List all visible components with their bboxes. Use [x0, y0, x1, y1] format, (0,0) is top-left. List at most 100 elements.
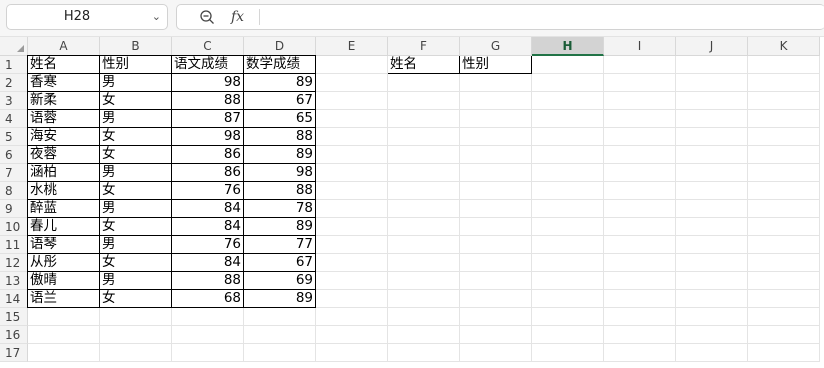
cell[interactable] [388, 92, 460, 110]
cell[interactable] [388, 272, 460, 290]
cell[interactable] [748, 344, 820, 362]
row-header-6[interactable]: 6 [0, 146, 28, 164]
cell[interactable] [532, 254, 604, 272]
cell[interactable]: 女 [100, 146, 172, 164]
cell[interactable] [604, 290, 676, 308]
cell[interactable] [604, 272, 676, 290]
cell[interactable] [676, 344, 748, 362]
cell[interactable] [388, 164, 460, 182]
cell[interactable] [676, 92, 748, 110]
cell[interactable] [748, 128, 820, 146]
cell[interactable] [460, 110, 532, 128]
cell[interactable] [532, 182, 604, 200]
cell[interactable]: 语蓉 [27, 110, 100, 128]
cell[interactable] [460, 74, 532, 92]
cell[interactable] [532, 290, 604, 308]
cell[interactable]: 76 [172, 182, 244, 200]
cell[interactable]: 98 [172, 74, 244, 92]
column-header-i[interactable]: I [604, 37, 676, 56]
cell[interactable]: 傲晴 [27, 272, 100, 290]
cell[interactable] [676, 290, 748, 308]
cell[interactable]: 性别 [460, 56, 532, 74]
cell[interactable] [532, 128, 604, 146]
cell[interactable] [316, 254, 388, 272]
cell[interactable] [100, 308, 172, 326]
cell[interactable] [172, 344, 244, 362]
cell[interactable] [532, 272, 604, 290]
cell[interactable] [316, 272, 388, 290]
cell[interactable] [748, 272, 820, 290]
column-header-h[interactable]: H [532, 37, 604, 56]
cell[interactable]: 68 [172, 290, 244, 308]
cell[interactable]: 78 [244, 200, 316, 218]
row-header-16[interactable]: 16 [0, 326, 28, 344]
name-box[interactable]: H28 ⌄ [6, 4, 168, 30]
cell[interactable]: 67 [244, 254, 316, 272]
chevron-down-icon[interactable]: ⌄ [152, 5, 161, 29]
cell[interactable] [316, 290, 388, 308]
cell[interactable] [532, 74, 604, 92]
cell[interactable]: 84 [172, 254, 244, 272]
cell[interactable]: 女 [100, 254, 172, 272]
cell[interactable] [532, 326, 604, 344]
row-header-13[interactable]: 13 [0, 272, 28, 290]
cell[interactable] [532, 146, 604, 164]
cell[interactable]: 89 [244, 218, 316, 236]
cell[interactable] [28, 344, 100, 362]
cell[interactable]: 77 [244, 236, 316, 254]
cell[interactable] [460, 218, 532, 236]
cell[interactable]: 语文成绩 [172, 55, 244, 74]
row-header-11[interactable]: 11 [0, 236, 28, 254]
cell[interactable] [748, 110, 820, 128]
cell[interactable] [316, 218, 388, 236]
cell[interactable]: 88 [244, 128, 316, 146]
cell[interactable]: 89 [244, 74, 316, 92]
cell[interactable] [676, 272, 748, 290]
cell[interactable] [532, 164, 604, 182]
cell[interactable]: 女 [100, 290, 172, 308]
function-icon[interactable]: fx [231, 5, 244, 29]
cell[interactable] [172, 326, 244, 344]
cell[interactable] [604, 146, 676, 164]
cell[interactable] [244, 308, 316, 326]
cell[interactable] [460, 128, 532, 146]
cell[interactable] [676, 254, 748, 272]
cell[interactable]: 语琴 [27, 236, 100, 254]
cell[interactable] [532, 236, 604, 254]
row-header-4[interactable]: 4 [0, 110, 28, 128]
cell[interactable] [100, 344, 172, 362]
cell[interactable]: 夜蓉 [27, 146, 100, 164]
cell[interactable] [532, 200, 604, 218]
cell[interactable]: 84 [172, 218, 244, 236]
cell[interactable] [388, 74, 460, 92]
cell[interactable]: 女 [100, 128, 172, 146]
cell[interactable] [604, 218, 676, 236]
cell[interactable] [748, 290, 820, 308]
cell[interactable] [748, 254, 820, 272]
zoom-icon[interactable] [199, 9, 215, 25]
cell[interactable] [388, 308, 460, 326]
column-header-e[interactable]: E [316, 37, 388, 56]
cell[interactable] [748, 146, 820, 164]
cell[interactable] [316, 110, 388, 128]
cell[interactable] [676, 308, 748, 326]
row-header-10[interactable]: 10 [0, 218, 28, 236]
row-header-12[interactable]: 12 [0, 254, 28, 272]
cell[interactable] [676, 146, 748, 164]
cell[interactable] [604, 308, 676, 326]
cell[interactable] [460, 200, 532, 218]
cell[interactable]: 男 [100, 200, 172, 218]
cell[interactable]: 水桃 [27, 182, 100, 200]
row-header-15[interactable]: 15 [0, 308, 28, 326]
cell[interactable] [460, 326, 532, 344]
cell[interactable]: 醉蓝 [27, 200, 100, 218]
cell[interactable] [172, 308, 244, 326]
column-header-k[interactable]: K [748, 37, 820, 56]
column-header-g[interactable]: G [460, 37, 532, 56]
row-header-5[interactable]: 5 [0, 128, 28, 146]
cell[interactable]: 98 [172, 128, 244, 146]
cell[interactable]: 男 [100, 110, 172, 128]
cell[interactable] [676, 200, 748, 218]
column-header-f[interactable]: F [388, 37, 460, 56]
cell[interactable] [460, 254, 532, 272]
